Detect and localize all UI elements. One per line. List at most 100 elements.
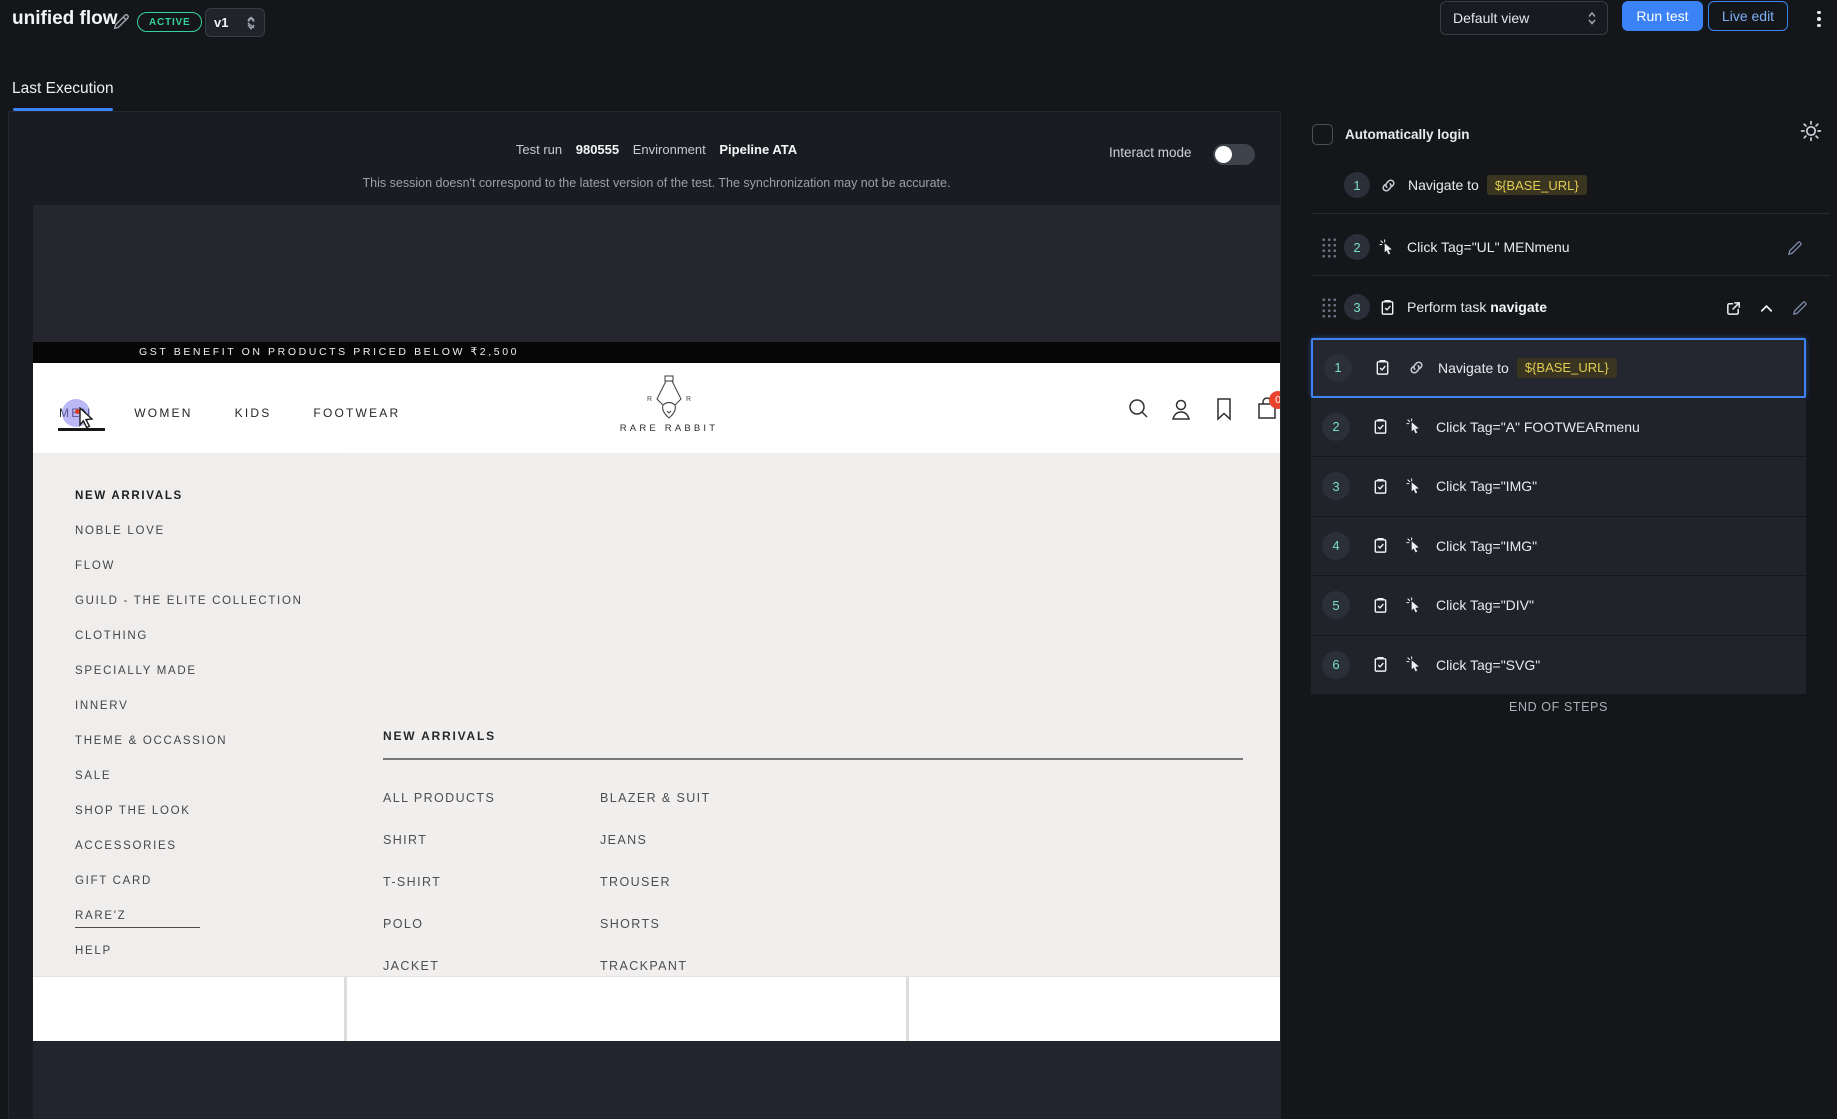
view-select-value: Default view [1453,10,1529,26]
substep-row-5[interactable]: 5 Click Tag="DIV" [1311,576,1806,636]
rabbit-logo-icon: R R [639,375,699,421]
site-promo-banner: GST BENEFIT ON PRODUCTS PRICED BELOW ₹2,… [33,342,1280,363]
menu-category[interactable]: CLOTHING [75,619,303,654]
product-cards-row [33,976,1280,1041]
cart-icon[interactable]: 0 [1256,397,1278,421]
menu-link[interactable]: T-SHIRT [383,871,495,913]
variable-badge: ${BASE_URL} [1487,175,1587,195]
edit-step-icon[interactable] [1786,240,1803,257]
menu-category[interactable]: SPECIALLY MADE [75,654,303,689]
view-select[interactable]: Default view [1440,1,1608,35]
step-actions [1725,300,1808,317]
click-action-icon [1406,597,1423,614]
open-task-icon[interactable] [1725,300,1742,317]
menu-link[interactable]: JEANS [600,829,711,871]
menu-link[interactable]: ALL PRODUCTS [383,787,495,829]
menu-link[interactable]: TROUSER [600,871,711,913]
menu-category[interactable]: RARE'Z [75,899,303,934]
svg-text:R: R [647,396,652,403]
menu-category[interactable]: NOBLE LOVE [75,514,303,549]
status-badge: ACTIVE [137,12,202,32]
menu-category[interactable]: SHOP THE LOOK [75,794,303,829]
menu-link[interactable]: SHORTS [600,913,711,955]
substeps-list: 1 Navigate to ${BASE_URL} 2 [1311,338,1806,695]
chevron-updown-icon [246,15,256,31]
run-test-button[interactable]: Run test [1622,1,1703,31]
substep-row-4[interactable]: 4 Click Tag="IMG" [1311,517,1806,577]
link-icon [1380,177,1397,194]
menu-category[interactable]: GUILD - THE ELITE COLLECTION [75,584,303,619]
svg-text:R: R [686,396,691,403]
substep-row-1[interactable]: 1 Navigate to ${BASE_URL} [1311,338,1806,398]
wishlist-bookmark-icon[interactable] [1213,397,1235,421]
step-text: Click Tag="UL" MENmenu [1407,239,1570,255]
environment-name: Pipeline ATA [719,142,797,157]
menu-category[interactable]: HELP [75,934,303,969]
nav-item-women[interactable]: WOMEN [134,406,192,420]
test-run-id: 980555 [576,142,619,157]
sync-warning-text: This session doesn't correspond to the l… [33,176,1280,190]
mega-menu: NEW ARRIVALS NOBLE LOVE FLOW GUILD - THE… [33,453,1280,976]
auto-login-checkbox[interactable] [1312,124,1333,145]
end-of-steps-label: END OF STEPS [1311,700,1806,714]
collapse-chevron-icon[interactable] [1758,300,1775,317]
tab-last-execution[interactable]: Last Execution [12,80,114,98]
menu-category[interactable]: FLOW [75,549,303,584]
step-row-2[interactable]: 2 Click Tag="UL" MENmenu [1320,234,1570,260]
step-number: 1 [1344,172,1370,198]
site-logo[interactable]: R R RARE RABBIT [609,375,729,434]
menu-category[interactable]: ACCESSORIES [75,829,303,864]
click-action-icon [1406,537,1423,554]
menu-link[interactable]: BLAZER & SUIT [600,787,711,829]
menu-link[interactable]: POLO [383,913,495,955]
step-text: Click Tag="DIV" [1436,597,1534,613]
click-action-icon [1379,239,1396,256]
menu-category[interactable]: INNERV [75,689,303,724]
nav-item-kids[interactable]: KIDS [235,406,272,420]
step-row-3[interactable]: 3 Perform task navigate [1320,294,1547,320]
substep-row-6[interactable]: 6 Click Tag="SVG" [1311,636,1806,696]
menu-category[interactable]: NEW ARRIVALS [75,479,303,514]
interact-mode-toggle[interactable] [1213,144,1255,165]
drag-handle-icon[interactable] [1320,296,1336,318]
step-number: 6 [1322,651,1350,679]
variable-badge: ${BASE_URL} [1517,358,1617,378]
browser-preview[interactable]: GST BENEFIT ON PRODUCTS PRICED BELOW ₹2,… [33,205,1280,1119]
step-number: 4 [1322,532,1350,560]
menu-category[interactable]: SALE [75,759,303,794]
version-select[interactable]: v1 [205,8,265,37]
drag-handle-icon[interactable] [1320,236,1336,258]
edit-title-icon[interactable] [112,13,130,31]
step-divider [1312,213,1830,214]
step-text: Navigate to [1408,177,1479,193]
gear-icon[interactable] [1799,119,1823,143]
menu-category[interactable]: THEME & OCCASSION [75,724,303,759]
mega-menu-categories: NEW ARRIVALS NOBLE LOVE FLOW GUILD - THE… [33,453,346,976]
task-clipboard-icon [1372,537,1389,554]
menu-link[interactable]: SHIRT [383,829,495,871]
substep-row-3[interactable]: 3 Click Tag="IMG" [1311,457,1806,517]
edit-step-icon[interactable] [1791,300,1808,317]
step-actions [1786,240,1803,257]
cart-count-badge: 0 [1269,391,1280,409]
task-clipboard-icon [1374,359,1391,376]
account-icon[interactable] [1170,397,1192,421]
task-clipboard-icon [1372,656,1389,673]
step-number: 1 [1324,354,1352,382]
card-separator [906,977,909,1042]
live-edit-button[interactable]: Live edit [1708,1,1788,31]
nav-item-footwear[interactable]: FOOTWEAR [313,406,400,420]
mouse-cursor-icon [77,407,97,429]
page-title: unified flow [12,8,118,30]
task-clipboard-icon [1379,299,1396,316]
more-options-icon[interactable] [1810,7,1828,31]
substep-row-2[interactable]: 2 Click Tag="A" FOOTWEARmenu [1311,398,1806,458]
click-action-icon [1406,478,1423,495]
menu-category[interactable]: GIFT CARD [75,864,303,899]
menu-column-2: BLAZER & SUIT JEANS TROUSER SHORTS TRACK… [600,787,711,997]
step-row-1[interactable]: 1 Navigate to ${BASE_URL} [1344,172,1587,198]
site-header-icons: 0 [1127,397,1278,421]
test-run-header: Test run 980555 Environment Pipeline ATA [33,142,1280,157]
step-text: Navigate to [1438,360,1509,376]
search-icon[interactable] [1127,397,1149,421]
